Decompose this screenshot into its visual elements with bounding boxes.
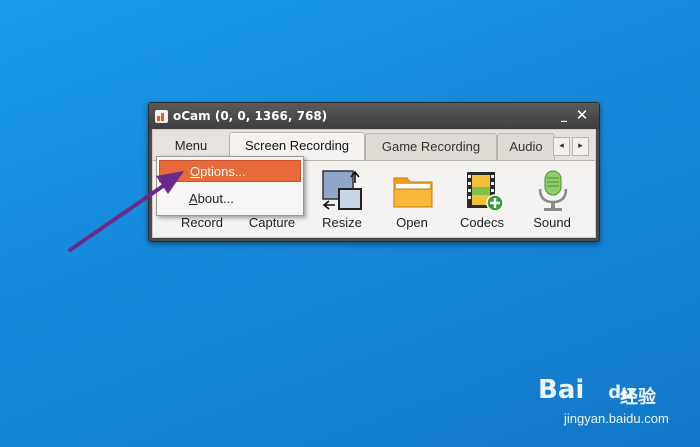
menu-item-options[interactable]: Options... (159, 160, 301, 182)
tab-scroll-right-button[interactable]: ▸ (572, 137, 589, 156)
microphone-icon (531, 169, 575, 213)
resize-button[interactable]: Resize (309, 163, 375, 233)
codecs-icon (461, 169, 505, 213)
sound-label: Sound (533, 215, 571, 230)
ocam-app-icon (155, 110, 168, 123)
resize-icon (321, 169, 365, 213)
folder-icon (391, 169, 435, 213)
open-label: Open (396, 215, 428, 230)
about-label: bout... (197, 191, 234, 206)
tab-scroll-left-button[interactable]: ◂ (553, 137, 570, 156)
options-mnemonic: O (190, 164, 201, 179)
codecs-label: Codecs (459, 215, 505, 230)
menu-item-about[interactable]: About... (159, 188, 301, 210)
about-mnemonic: A (189, 191, 198, 206)
baidu-watermark: Bai du 经验 jingyan.baidu.com (538, 375, 688, 435)
resize-label: Resize (322, 215, 362, 230)
menu-tab[interactable]: Menu (157, 134, 225, 158)
jingyan-label: 经验 (620, 387, 656, 408)
tab-game-recording[interactable]: Game Recording (365, 133, 497, 160)
close-button[interactable]: ✕ (573, 106, 591, 124)
watermark-url: jingyan.baidu.com (564, 411, 669, 426)
record-label: Record (181, 215, 223, 230)
minimize-button[interactable]: _ (555, 106, 573, 124)
open-button[interactable]: Open (379, 163, 445, 233)
title-bar[interactable]: oCam (0, 0, 1366, 768) _ ✕ (149, 103, 599, 129)
options-label: ptions... (200, 164, 246, 179)
sound-button[interactable]: Sound (519, 163, 585, 233)
tab-audio[interactable]: Audio (497, 133, 555, 160)
codecs-button[interactable]: Codecs (449, 163, 515, 233)
capture-label: Capture (248, 215, 296, 230)
menu-dropdown: Options... About... (156, 156, 304, 216)
window-title: oCam (0, 0, 1366, 768) (173, 109, 328, 123)
